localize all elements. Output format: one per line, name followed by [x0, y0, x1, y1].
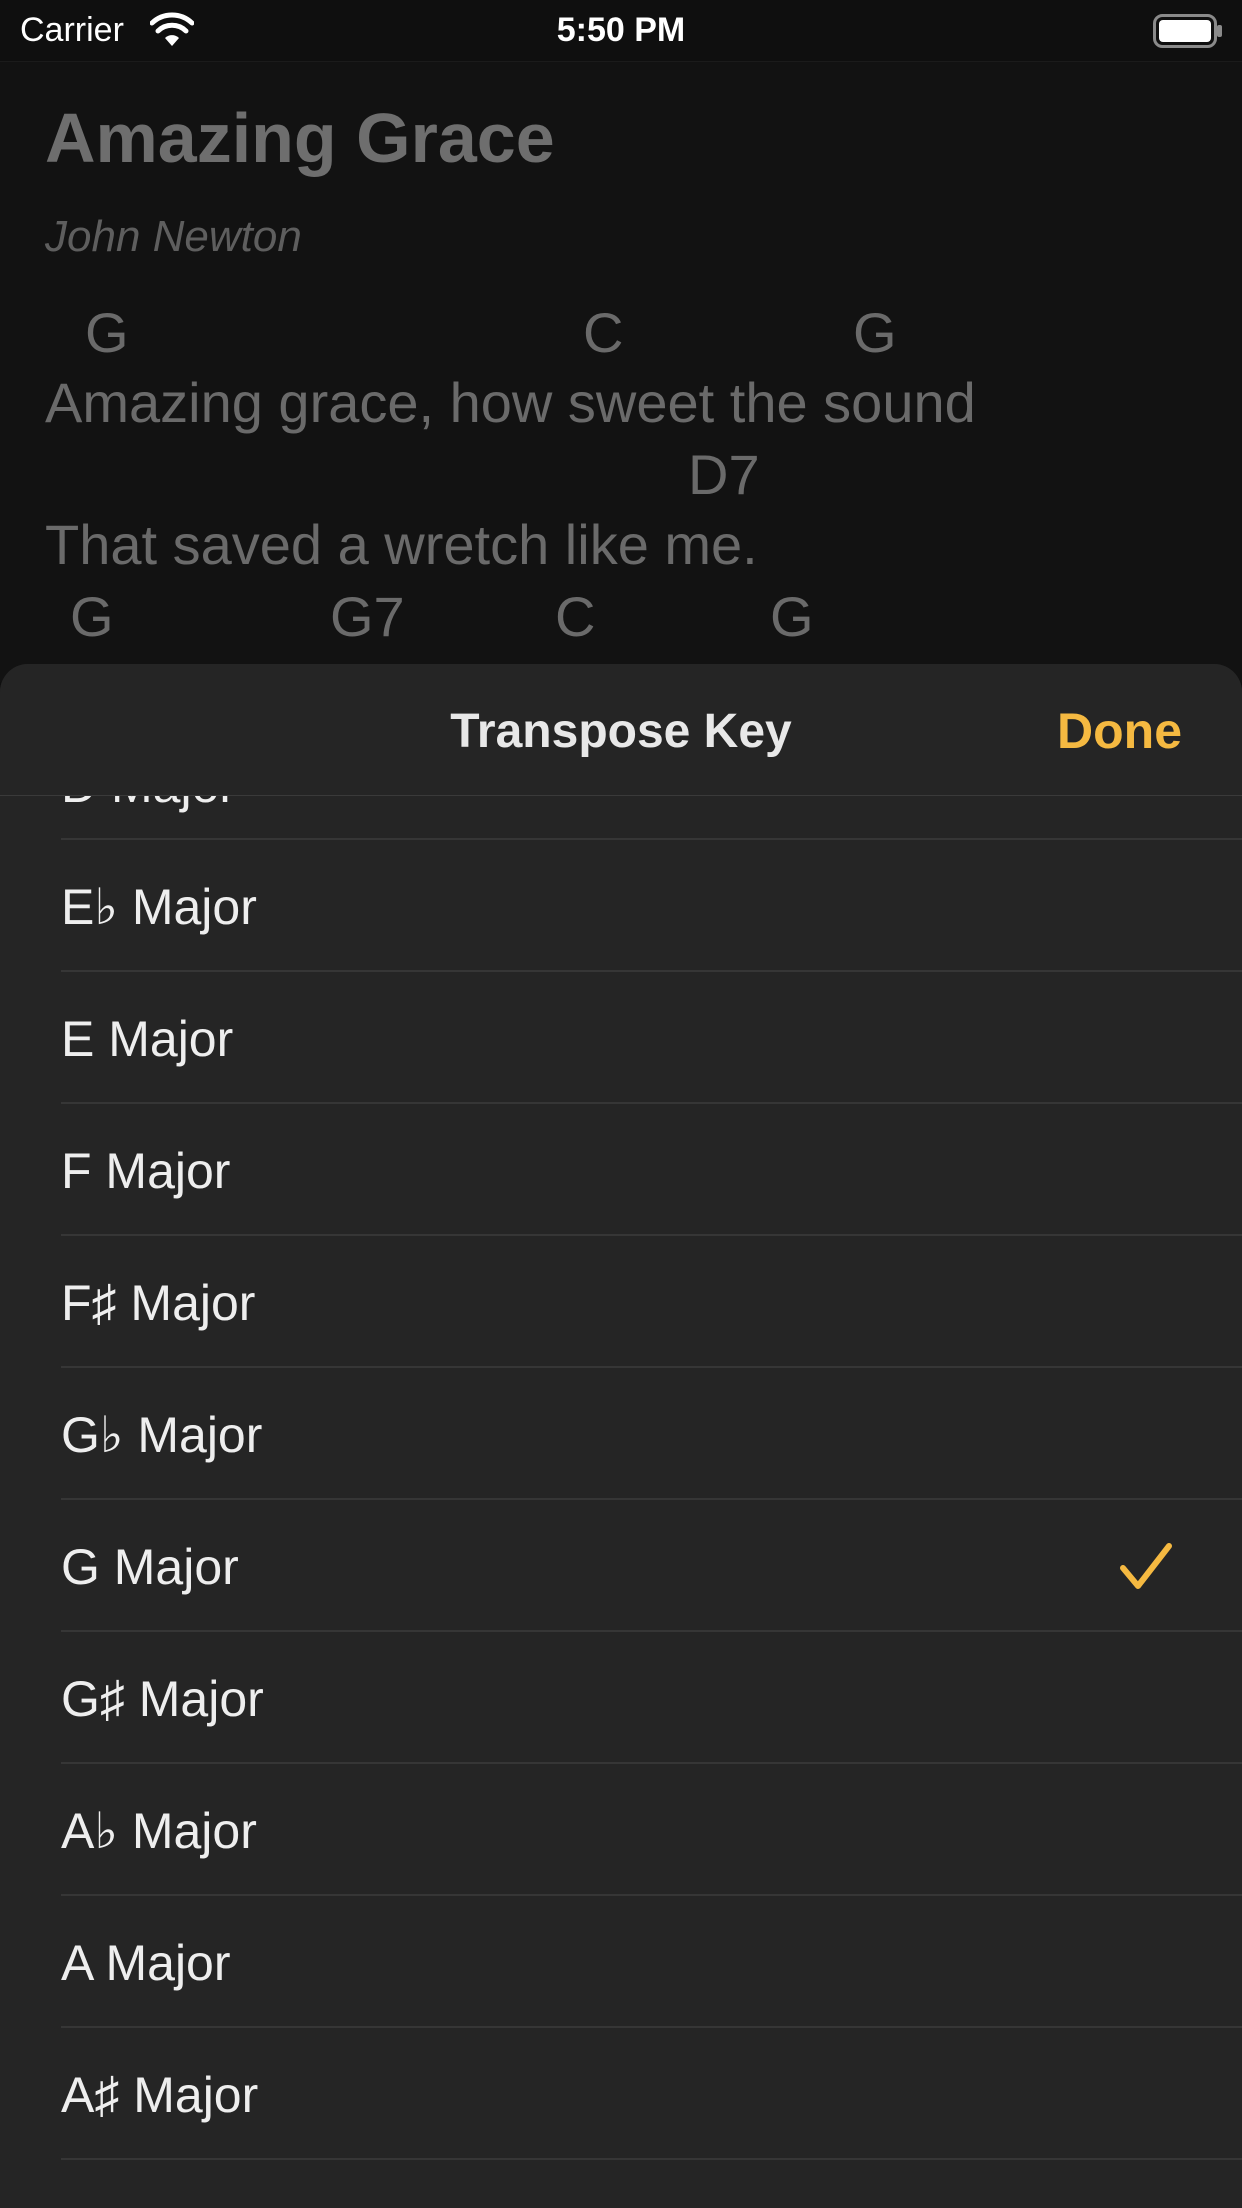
key-label: A♭ Major — [61, 1803, 257, 1859]
chord-label: C — [555, 585, 596, 648]
key-row[interactable]: G♭ Major — [0, 1368, 1242, 1500]
key-row[interactable]: A♭ Major — [0, 1764, 1242, 1896]
lyric-line: Amazing grace, how sweet the sound — [45, 371, 976, 434]
sheet-header: Transpose Key Done — [0, 664, 1242, 796]
key-row[interactable]: F♯ Major — [0, 1236, 1242, 1368]
key-row[interactable]: A♯ Major — [0, 2028, 1242, 2160]
done-button[interactable]: Done — [1057, 702, 1182, 760]
checkmark-icon — [1120, 1543, 1172, 1589]
chord-label: G — [770, 585, 814, 648]
battery-icon — [1153, 14, 1222, 48]
chord-label: G — [70, 585, 114, 648]
chord-label: G7 — [330, 585, 405, 648]
key-row[interactable]: G♯ Major — [0, 1632, 1242, 1764]
key-label: D Major — [61, 796, 236, 814]
key-label: E♭ Major — [61, 879, 257, 935]
key-row[interactable]: E Major — [0, 972, 1242, 1104]
key-label: A♯ Major — [61, 2067, 259, 2123]
transpose-sheet: Transpose Key Done D Major E♭ Major E Ma… — [0, 664, 1242, 2208]
chord-label: C — [583, 301, 624, 364]
key-row-selected[interactable]: G Major — [0, 1500, 1242, 1632]
song-author: John Newton — [45, 212, 302, 261]
key-row[interactable]: A Major — [0, 1896, 1242, 2028]
chord-label: G — [85, 301, 129, 364]
key-label: F♯ Major — [61, 1275, 256, 1331]
status-bar: Carrier 5:50 PM — [0, 0, 1242, 62]
status-time: 5:50 PM — [556, 11, 686, 49]
song-view: Amazing Grace John Newton G C G Amazing … — [0, 62, 1242, 682]
key-label: F Major — [61, 1143, 231, 1199]
key-label: A Major — [61, 1935, 231, 1991]
key-label: G Major — [61, 1539, 239, 1595]
sheet-title: Transpose Key — [450, 705, 792, 758]
key-list[interactable]: D Major E♭ Major E Major F Major F♯ Majo… — [0, 796, 1242, 2208]
key-row-partial[interactable]: D Major — [0, 796, 1242, 840]
song-title: Amazing Grace — [45, 99, 555, 177]
key-label: G♯ Major — [61, 1671, 264, 1727]
key-label: E Major — [61, 1011, 234, 1067]
row-divider — [61, 2158, 1242, 2160]
key-row[interactable]: E♭ Major — [0, 840, 1242, 972]
key-label: G♭ Major — [61, 1407, 263, 1463]
chord-label: G — [853, 301, 897, 364]
lyric-line: That saved a wretch like me. — [45, 513, 758, 576]
key-row[interactable]: F Major — [0, 1104, 1242, 1236]
chord-label: D7 — [688, 443, 760, 506]
